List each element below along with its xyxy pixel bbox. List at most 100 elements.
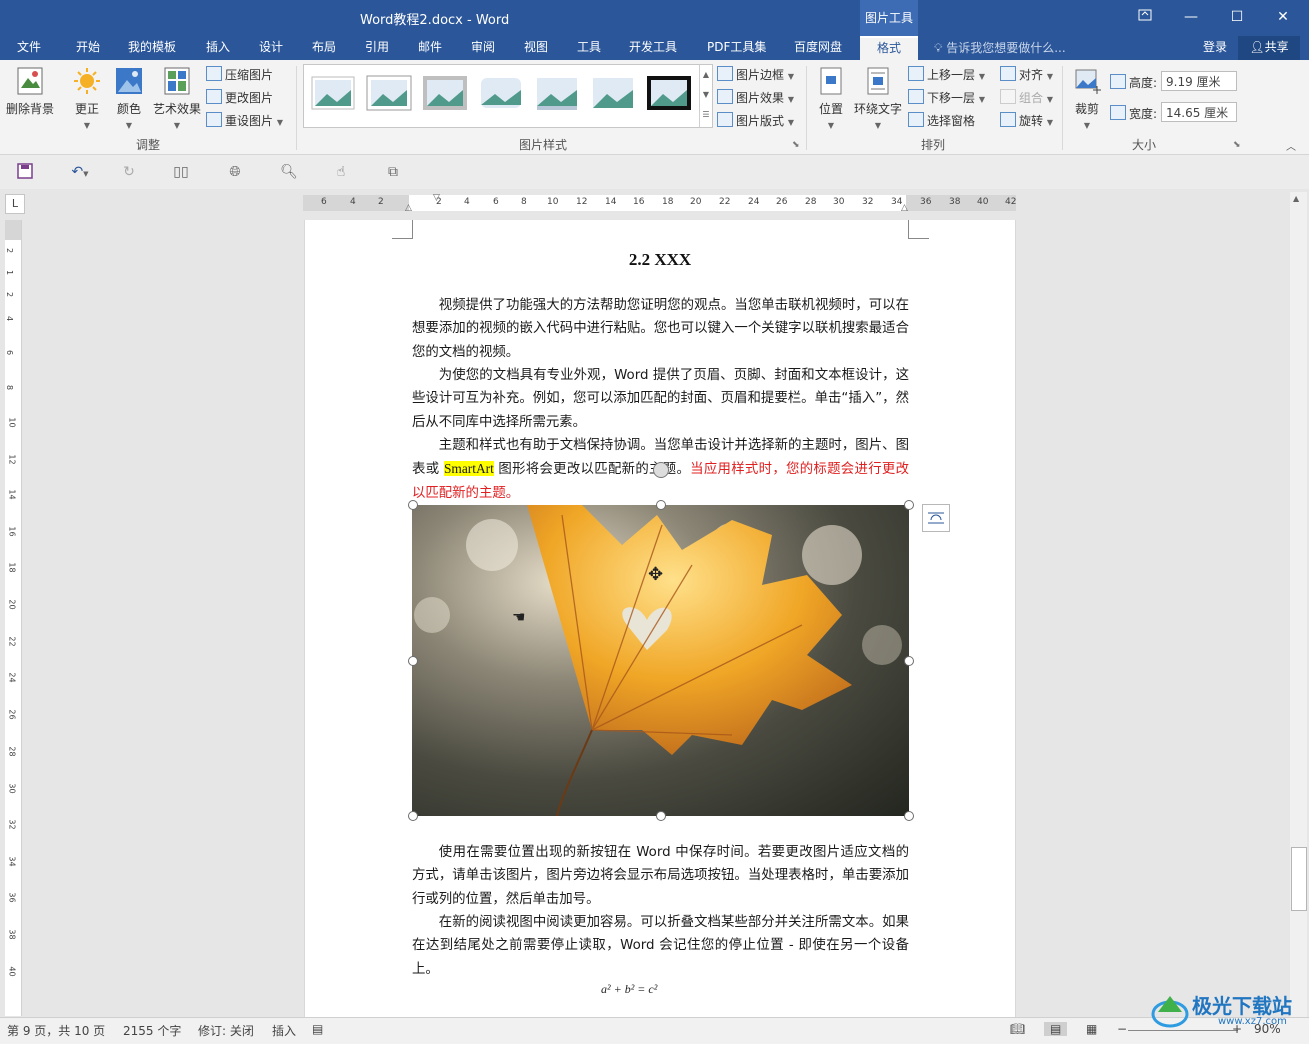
- tab-insert[interactable]: 插入: [206, 36, 230, 60]
- tab-home[interactable]: 开始: [76, 36, 100, 60]
- equation[interactable]: a² + b² = c²: [601, 982, 657, 997]
- align-button[interactable]: 对齐 ▼: [1000, 66, 1053, 83]
- web-layout-view-icon[interactable]: ▦: [1086, 1022, 1097, 1036]
- resize-handle[interactable]: [408, 656, 418, 666]
- read-mode-view-icon[interactable]: 📖︎: [1010, 1022, 1025, 1036]
- height-input[interactable]: 9.19 厘米: [1161, 71, 1237, 91]
- tab-review[interactable]: 审阅: [471, 36, 495, 60]
- picture-effects-button[interactable]: 图片效果 ▼: [717, 89, 794, 106]
- read-mode-icon[interactable]: ▯▯: [172, 163, 190, 181]
- reset-picture-button[interactable]: 重设图片 ▼: [206, 112, 283, 129]
- macro-recording-icon[interactable]: ▤: [312, 1022, 323, 1036]
- ribbon-display-options-icon[interactable]: [1133, 6, 1157, 28]
- tab-baidu-netdisk[interactable]: 百度网盘: [794, 36, 842, 60]
- close-button[interactable]: ✕: [1271, 6, 1295, 28]
- paragraph[interactable]: 视频提供了功能强大的方法帮助您证明您的观点。当您单击联机视频时，可以在想要添加的…: [412, 294, 909, 364]
- paragraph[interactable]: 为使您的文档具有专业外观，Word 提供了页眉、页脚、封面和文本框设计，这些设计…: [412, 364, 909, 434]
- zoom-out-icon[interactable]: −: [1117, 1022, 1127, 1036]
- group-label-picture-styles: 图片样式: [519, 138, 568, 152]
- customize-toolbar-icon[interactable]: ⧉: [384, 163, 402, 181]
- style-thumb-2[interactable]: [366, 75, 412, 111]
- print-layout-view-icon[interactable]: ▤: [1044, 1022, 1068, 1036]
- resize-handle[interactable]: [904, 811, 914, 821]
- resize-handle[interactable]: [904, 656, 914, 666]
- position-button[interactable]: 位置 ▼: [814, 66, 848, 131]
- selection-pane-button[interactable]: 选择窗格: [908, 112, 975, 129]
- collapse-ribbon-icon[interactable]: ︿: [1286, 138, 1296, 153]
- tell-me-search[interactable]: 💡︎ 告诉我您想要做什么...: [934, 39, 1066, 56]
- vertical-scrollbar[interactable]: ▲: [1290, 192, 1307, 1018]
- style-thumb-7[interactable]: [646, 75, 692, 111]
- change-picture-button[interactable]: 更改图片: [206, 89, 273, 106]
- color-button[interactable]: 颜色 ▼: [114, 66, 144, 131]
- tab-layout[interactable]: 布局: [312, 36, 336, 60]
- tab-my-templates[interactable]: 我的模板: [128, 36, 176, 60]
- maximize-button[interactable]: ☐: [1225, 6, 1249, 28]
- resize-handle[interactable]: [656, 811, 666, 821]
- scroll-up-icon[interactable]: ▲: [1293, 194, 1299, 203]
- tab-view[interactable]: 视图: [524, 36, 548, 60]
- picture-styles-gallery[interactable]: ▲ ▼ ☰: [303, 64, 713, 128]
- first-line-indent-marker[interactable]: ▽: [433, 193, 440, 203]
- share-button[interactable]: 👤︎共享: [1238, 36, 1300, 60]
- scrollbar-thumb[interactable]: [1291, 847, 1307, 911]
- print-preview-icon[interactable]: 🔍︎: [280, 163, 298, 181]
- wrap-text-button[interactable]: 环绕文字 ▼: [852, 66, 904, 131]
- document-page[interactable]: 2.2 XXX 视频提供了功能强大的方法帮助您证明您的观点。当您单击联机视频时，…: [304, 220, 1016, 1020]
- minimize-button[interactable]: —: [1179, 6, 1203, 28]
- remove-background-button[interactable]: 删除背景: [4, 66, 56, 117]
- save-icon[interactable]: [16, 163, 34, 181]
- touch-mode-icon[interactable]: ☝︎: [332, 163, 350, 181]
- tab-design[interactable]: 设计: [259, 36, 283, 60]
- tab-developer[interactable]: 开发工具: [629, 36, 677, 60]
- tab-selector[interactable]: L: [5, 194, 25, 214]
- right-indent-marker[interactable]: △: [901, 203, 908, 213]
- group-objects-button[interactable]: 组合 ▼: [1000, 89, 1053, 106]
- paragraph[interactable]: 在新的阅读视图中阅读更加容易。可以折叠文档某些部分并关注所需文本。如果在达到结尾…: [412, 911, 909, 981]
- page-count[interactable]: 第 9 页，共 10 页: [7, 1022, 105, 1039]
- sign-in-link[interactable]: 登录: [1203, 38, 1227, 55]
- picture-border-button[interactable]: 图片边框 ▼: [717, 66, 794, 83]
- send-backward-button[interactable]: 下移一层 ▼: [908, 89, 985, 106]
- insert-mode[interactable]: 插入: [272, 1022, 296, 1039]
- resize-handle[interactable]: [408, 500, 418, 510]
- ruler-number: 8: [5, 384, 15, 391]
- rotate-handle-icon[interactable]: [653, 462, 669, 478]
- layout-options-icon[interactable]: [922, 504, 950, 532]
- redo-icon[interactable]: ↻: [120, 163, 138, 181]
- undo-icon[interactable]: ↶▼: [64, 163, 96, 181]
- resize-handle[interactable]: [656, 500, 666, 510]
- size-dialog-launcher-icon[interactable]: ⬊: [1233, 140, 1241, 150]
- rotate-button[interactable]: 旋转 ▼: [1000, 112, 1053, 129]
- crop-button[interactable]: 裁剪 ▼: [1070, 66, 1104, 131]
- paragraph[interactable]: 使用在需要位置出现的新按钮在 Word 中保存时间。若要更改图片适应文档的方式，…: [412, 841, 909, 911]
- tab-format[interactable]: 格式: [860, 36, 918, 62]
- artistic-effects-button[interactable]: 艺术效果 ▼: [150, 66, 204, 131]
- selected-picture[interactable]: [412, 505, 909, 816]
- gallery-scroll[interactable]: ▲ ▼ ☰: [699, 65, 712, 127]
- track-changes-status[interactable]: 修订: 关闭: [198, 1022, 254, 1039]
- tab-file[interactable]: 文件: [17, 36, 41, 60]
- horizontal-ruler[interactable]: 6 4 2 2 4 6 8 10 12 14 16 18 20 22 24 26…: [303, 193, 1016, 213]
- tab-tools[interactable]: 工具: [577, 36, 601, 60]
- style-thumb-1[interactable]: [310, 75, 356, 111]
- dialog-launcher-icon[interactable]: ⬊: [792, 140, 800, 150]
- tab-pdf-tools[interactable]: PDF工具集: [707, 36, 766, 60]
- resize-handle[interactable]: [904, 500, 914, 510]
- style-thumb-4[interactable]: [478, 75, 524, 111]
- tab-mailings[interactable]: 邮件: [418, 36, 442, 60]
- style-thumb-6[interactable]: [590, 75, 636, 111]
- picture-layout-button[interactable]: 图片版式 ▼: [717, 112, 794, 129]
- tab-references[interactable]: 引用: [365, 36, 389, 60]
- style-thumb-3[interactable]: [422, 75, 468, 111]
- style-thumb-5[interactable]: [534, 75, 580, 111]
- bring-forward-button[interactable]: 上移一层 ▼: [908, 66, 985, 83]
- left-indent-marker[interactable]: △: [405, 203, 412, 213]
- compress-pictures-button[interactable]: 压缩图片: [206, 66, 273, 83]
- word-count[interactable]: 2155 个字: [123, 1022, 181, 1039]
- vertical-ruler[interactable]: 2 1 2 4 6 8 10 12 14 16 18 20 22 24 26 2…: [5, 220, 22, 1016]
- resize-handle[interactable]: [408, 811, 418, 821]
- width-input[interactable]: 14.65 厘米: [1161, 102, 1237, 122]
- corrections-button[interactable]: 更正 ▼: [72, 66, 102, 131]
- web-layout-icon[interactable]: 🌐︎: [226, 163, 244, 181]
